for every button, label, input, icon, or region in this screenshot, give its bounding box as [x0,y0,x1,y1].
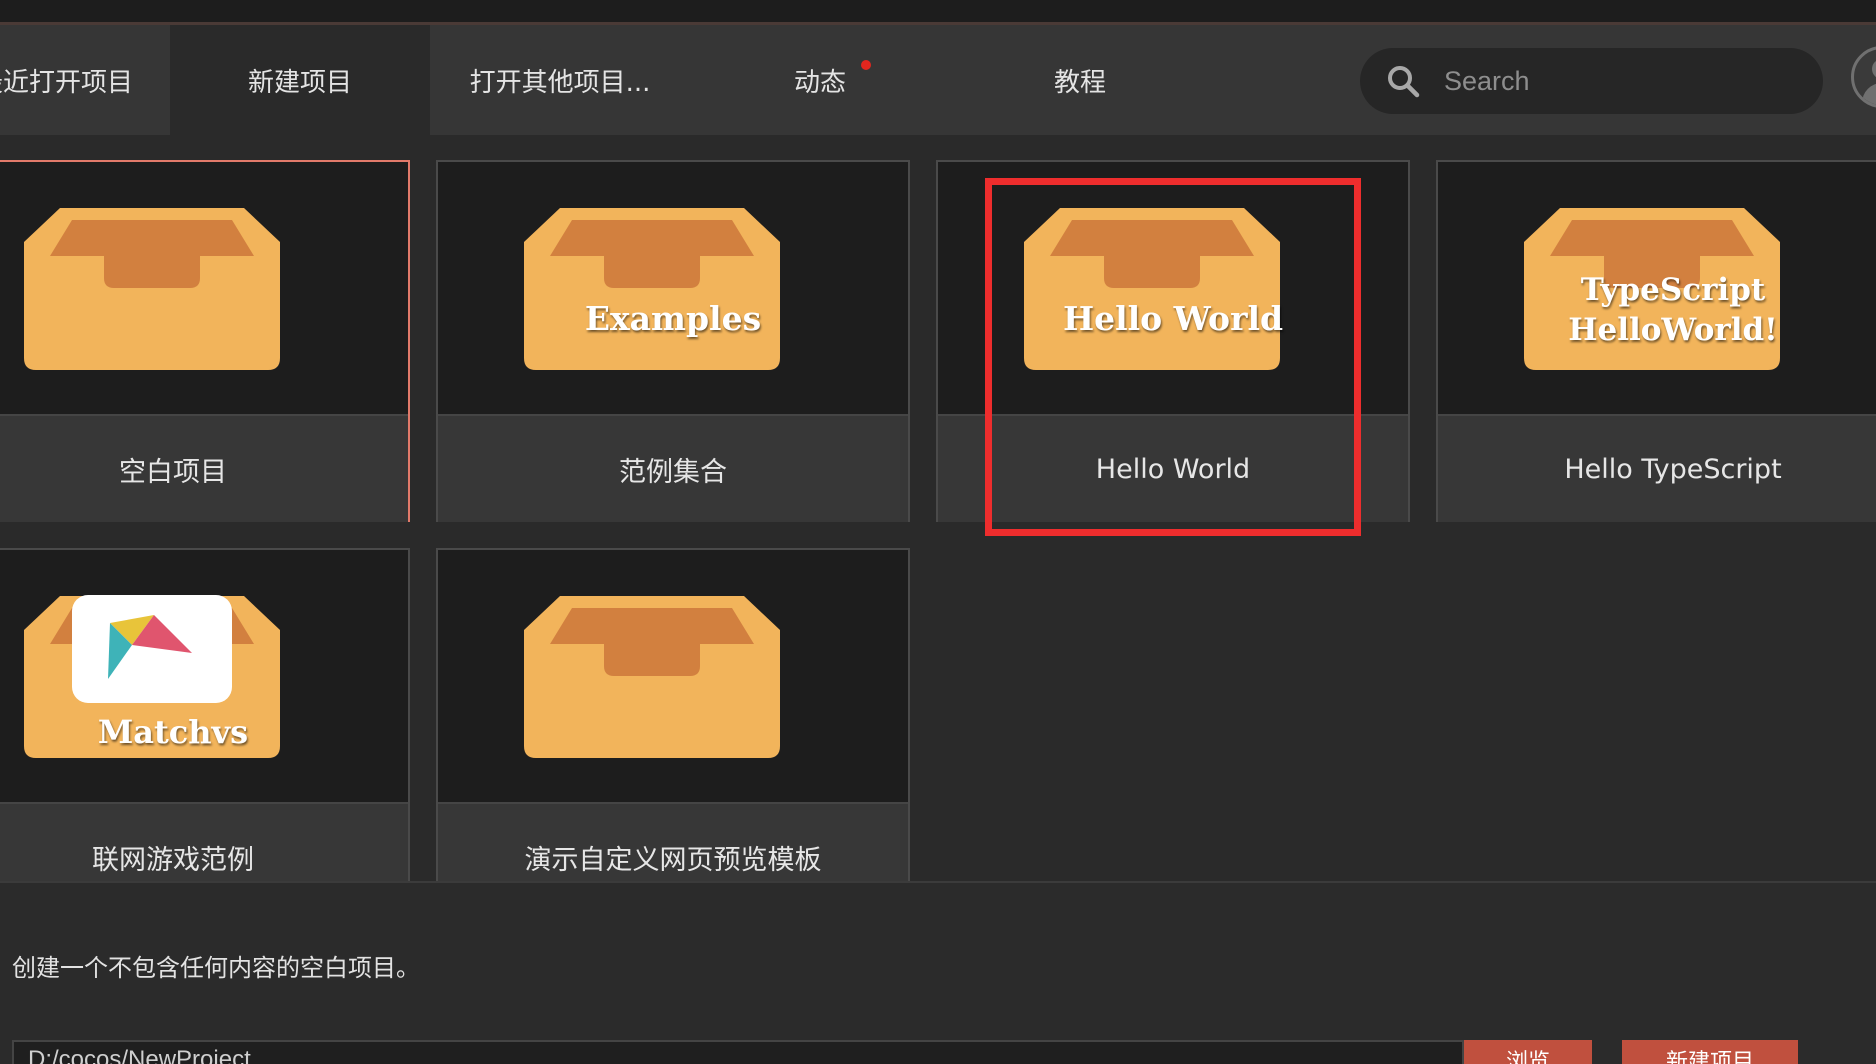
box-title-line2: HelloWorld! [1568,312,1778,348]
tab-label: 动态 [793,67,846,98]
template-thumbnail [0,162,408,414]
template-card-blank[interactable]: 空白项目 [0,160,410,522]
template-label-bar: Hello TypeScript [1438,414,1876,522]
search-box [1360,48,1823,114]
template-label: 联网游戏范例 [92,844,254,876]
template-card-web-preview[interactable]: 演示自定义网页预览模板 [436,548,910,881]
create-project-button[interactable]: 新建项目 [1622,1040,1798,1064]
tab-label: 教程 [1053,67,1106,98]
template-card-hello-typescript[interactable]: TypeScript HelloWorld! Hello TypeScript [1436,160,1876,522]
template-label: 演示自定义网页预览模板 [524,844,822,876]
notification-dot [861,60,871,70]
box-icon [1024,208,1280,370]
template-thumbnail: TypeScript HelloWorld! [1438,162,1876,414]
tab-news[interactable]: 动态 [690,25,950,135]
template-thumbnail: Hello World [938,162,1408,414]
template-thumbnail: Matchvs [0,550,408,802]
template-card-matchvs[interactable]: Matchvs 联网游戏范例 [0,548,410,881]
tab-label: 最近打开项目 [0,67,133,98]
template-label-bar: 范例集合 [438,414,908,522]
box-icon [24,208,280,370]
project-path-input[interactable] [12,1040,1464,1064]
box-title: Examples [584,299,762,338]
tab-label: 打开其他项目... [469,67,651,98]
search-input[interactable] [1442,64,1806,98]
template-label-bar: 联网游戏范例 [0,802,408,881]
box-title: Matchvs [97,713,249,751]
template-thumbnail: Examples [438,162,908,414]
box-title-line1: TypeScript [1580,272,1766,308]
template-label: Hello World [1095,453,1251,485]
avatar-body [1862,83,1876,105]
template-thumbnail [438,550,908,802]
box-icon [524,208,780,370]
tab-recent-projects[interactable]: 最近打开项目 [0,25,170,135]
new-project-window: 最近打开项目 新建项目 打开其他项目... 动态 教程 [0,0,1876,1064]
tab-new-project[interactable]: 新建项目 [170,25,430,135]
title-strip [0,0,1876,25]
avatar[interactable] [1851,46,1876,108]
template-grid: 空白项目 Examples 范例集合 Hello World Hello Wor… [0,135,1876,883]
template-card-hello-world[interactable]: Hello World Hello World [936,160,1410,522]
search-icon [1388,66,1420,98]
template-label: Hello TypeScript [1564,453,1782,485]
browse-button[interactable]: 浏览 [1464,1040,1592,1064]
tab-label: 新建项目 [247,67,352,98]
template-label: 范例集合 [619,456,727,488]
template-label-bar: 演示自定义网页预览模板 [438,802,908,881]
template-label-bar: Hello World [938,414,1408,522]
template-label-bar: 空白项目 [0,414,408,522]
avatar-head [1872,59,1876,79]
box-icon [524,596,780,758]
tab-tutorials[interactable]: 教程 [950,25,1210,135]
template-label: 空白项目 [119,456,227,488]
tab-bar: 最近打开项目 新建项目 打开其他项目... 动态 教程 [0,25,1876,135]
template-description: 创建一个不包含任何内容的空白项目。 [12,954,420,982]
template-card-examples[interactable]: Examples 范例集合 [436,160,910,522]
box-title: Hello World [1062,299,1284,338]
tab-open-other[interactable]: 打开其他项目... [430,25,690,135]
matchvs-logo-icon [72,595,232,703]
